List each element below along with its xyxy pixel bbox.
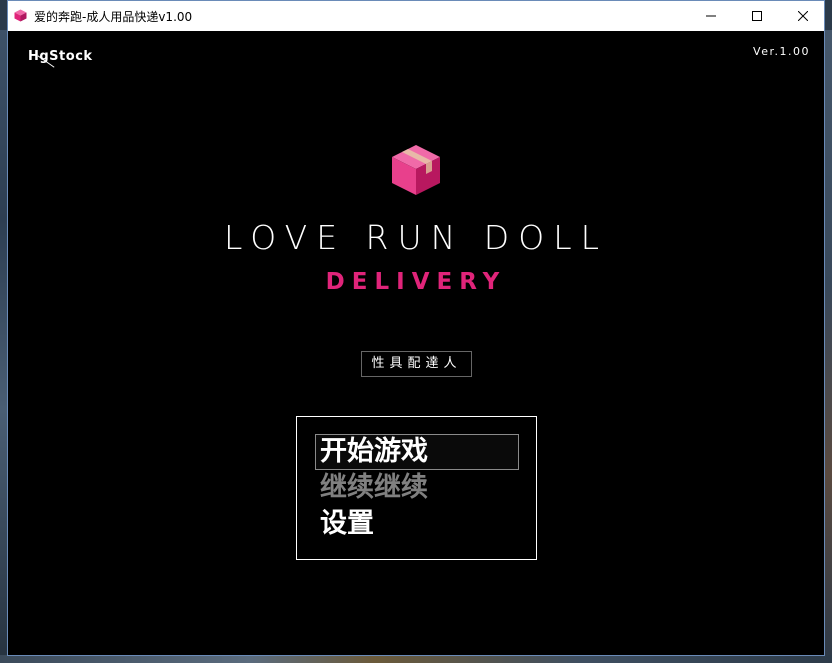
close-icon <box>798 11 808 21</box>
window-title: 爱的奔跑-成人用品快递v1.00 <box>34 10 193 24</box>
pink-box-icon <box>392 145 440 195</box>
maximize-icon <box>752 11 762 21</box>
app-box-icon <box>14 9 27 22</box>
menu-item-start-game[interactable]: 开始游戏 <box>320 436 428 468</box>
game-window: 爱的奔跑-成人用品快递v1.00 HgStock Ver.1.00 LOVE R… <box>7 0 825 656</box>
title-bar[interactable]: 爱的奔跑-成人用品快递v1.00 <box>8 1 824 31</box>
maximize-button[interactable] <box>734 1 780 31</box>
game-subtitle: DELIVERY <box>325 269 507 295</box>
menu-item-settings[interactable]: 设置 <box>320 508 374 540</box>
desktop-backdrop-right <box>824 30 832 663</box>
desktop-backdrop-bottom <box>0 655 832 663</box>
minimize-button[interactable] <box>688 1 734 31</box>
tagline: 性具配達人 <box>361 351 472 377</box>
game-title: LOVE RUN DOLL <box>224 218 608 257</box>
version-label: Ver.1.00 <box>753 45 810 58</box>
menu-item-continue[interactable]: 继续继续 <box>320 472 428 504</box>
main-menu: 开始游戏 继续继续 设置 <box>296 416 537 560</box>
game-canvas: HgStock Ver.1.00 LOVE RUN DOLL DELIVERY … <box>8 31 824 655</box>
close-button[interactable] <box>780 1 826 31</box>
studio-logo: HgStock <box>28 49 93 68</box>
minimize-icon <box>706 15 716 17</box>
